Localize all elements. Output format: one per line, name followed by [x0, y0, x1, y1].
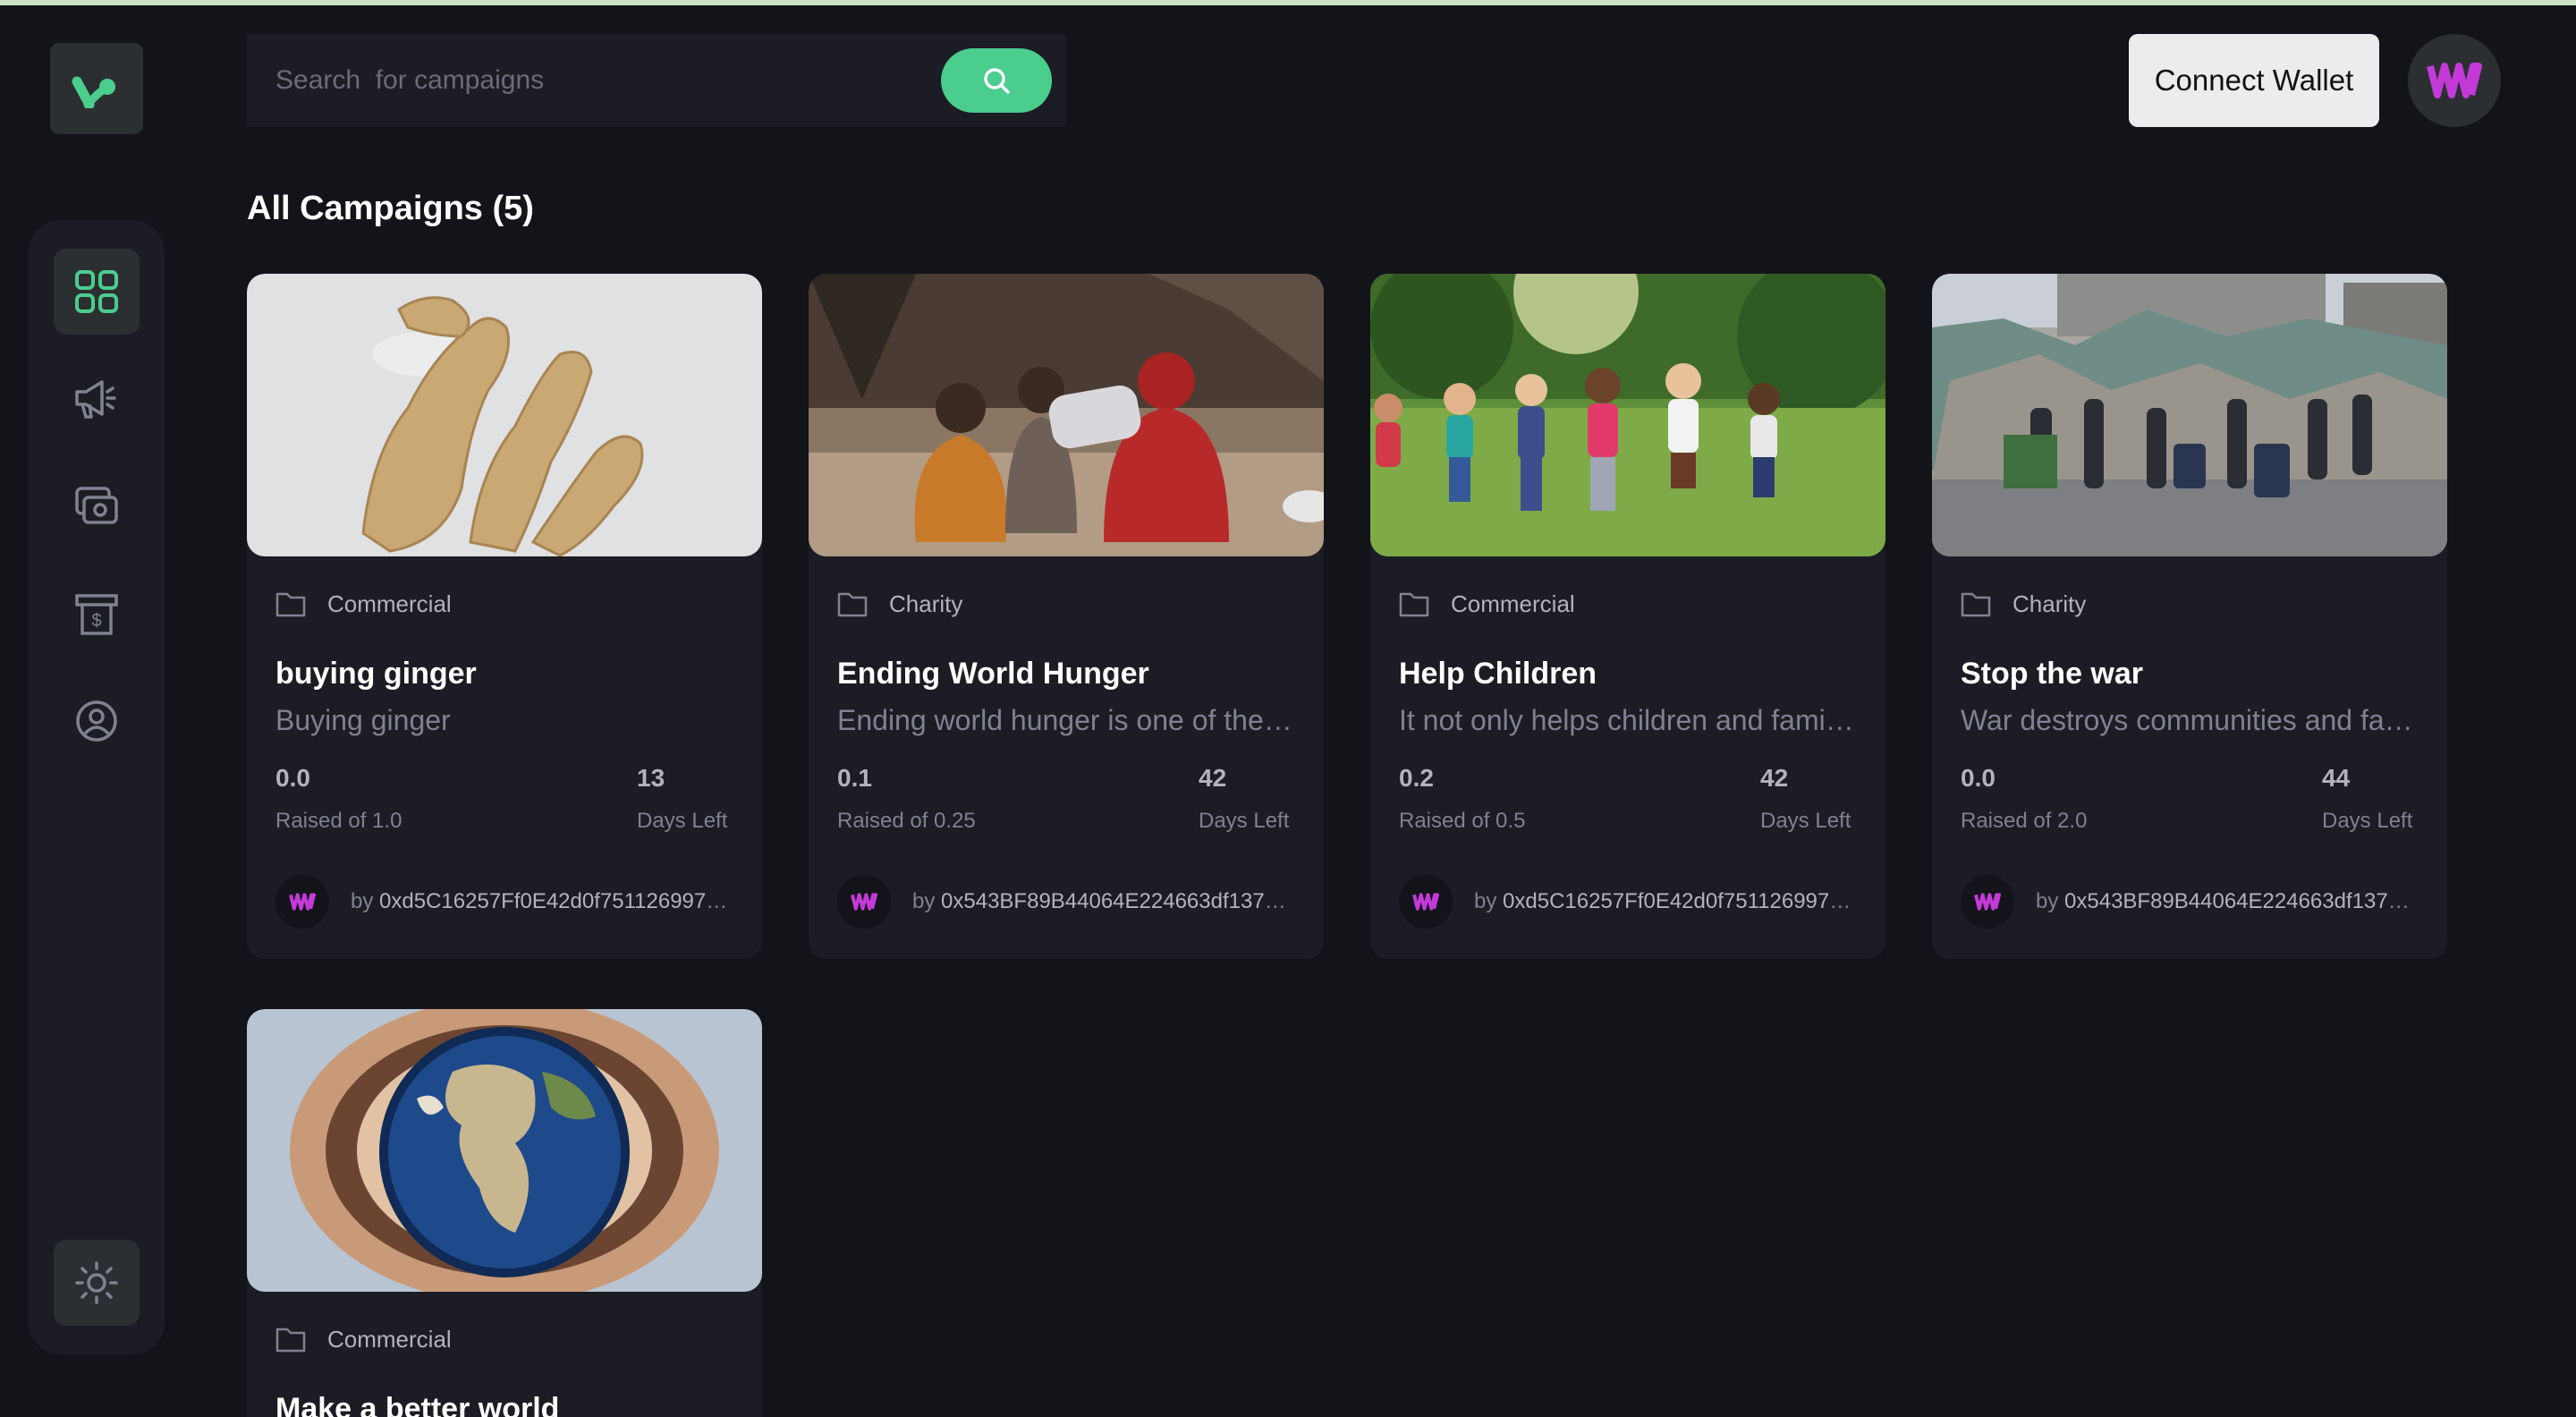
svg-text:$: $ — [91, 611, 101, 631]
raised-stat: 0.1 Raised of 0.25 — [837, 764, 976, 833]
withdraw-icon: $ — [75, 594, 118, 635]
campaign-image — [247, 274, 762, 556]
campaign-image — [809, 274, 1324, 556]
app-logo[interactable] — [50, 43, 143, 134]
campaign-image — [1370, 274, 1885, 556]
profile-icon — [76, 700, 117, 742]
raised-stat: 0.0 Raised of 1.0 — [275, 764, 402, 833]
campaign-title: Help Children — [1399, 657, 1597, 691]
folder-icon — [1961, 592, 1991, 617]
sidebar-item-withdraw[interactable]: $ — [54, 571, 140, 657]
days-left-stat: 42 Days Left — [1199, 764, 1290, 833]
campaign-card[interactable]: Charity Ending World Hunger Ending world… — [809, 274, 1324, 959]
campaign-title: Make a better world — [275, 1392, 560, 1417]
top-accent-line — [0, 0, 2576, 5]
folder-icon — [837, 592, 868, 617]
search-bar — [247, 34, 1066, 127]
campaign-card[interactable]: Commercial Help Children It not only hel… — [1370, 274, 1885, 959]
campaign-description: It not only helps children and families — [1399, 704, 1857, 736]
brand-avatar-icon — [2427, 63, 2482, 98]
page-title: All Campaigns (5) — [247, 190, 534, 227]
campaign-title: Ending World Hunger — [837, 657, 1149, 691]
campaign-title: buying ginger — [275, 657, 477, 691]
theme-toggle-button[interactable] — [54, 1240, 140, 1326]
campaign-card[interactable]: Commercial buying ginger Buying ginger 0… — [247, 274, 762, 959]
search-button[interactable] — [941, 48, 1052, 113]
raised-stat: 0.2 Raised of 0.5 — [1399, 764, 1526, 833]
owner-avatar-icon — [837, 875, 891, 929]
search-icon — [984, 68, 1010, 94]
campaign-owner: by 0x543BF89B44064E224663df1372aB90 — [837, 875, 1295, 929]
days-left-stat: 44 Days Left — [2322, 764, 2413, 833]
raised-stat: 0.0 Raised of 2.0 — [1961, 764, 2088, 833]
folder-icon — [275, 1328, 306, 1353]
payment-icon — [75, 487, 118, 524]
campaign-description: Ending world hunger is one of the greate… — [837, 704, 1295, 736]
sidebar-item-profile[interactable] — [54, 678, 140, 764]
campaign-image — [1932, 274, 2447, 556]
owner-avatar-icon — [1961, 875, 2014, 929]
campaign-image — [247, 1009, 762, 1292]
campaign-owner: by 0xd5C16257Ff0E42d0f75112699789aBc — [1399, 875, 1857, 929]
sidebar-item-payment[interactable] — [54, 463, 140, 549]
search-input[interactable] — [275, 65, 919, 96]
campaign-category: Charity — [837, 589, 1295, 619]
campaign-description: War destroys communities and families — [1961, 704, 2419, 736]
campaign-card[interactable]: Commercial Make a better world — [247, 1009, 762, 1417]
dashboard-icon — [75, 270, 118, 313]
folder-icon — [1399, 592, 1429, 617]
sidebar-item-campaign[interactable] — [54, 356, 140, 442]
sun-icon — [75, 1261, 118, 1304]
campaign-card[interactable]: Charity Stop the war War destroys commun… — [1932, 274, 2447, 959]
logo-icon — [72, 76, 115, 108]
campaign-category: Commercial — [275, 589, 733, 619]
campaign-owner: by 0x543BF89B44064E224663df1372aB90 — [1961, 875, 2419, 929]
days-left-stat: 42 Days Left — [1760, 764, 1852, 833]
sidebar: $ — [29, 220, 165, 1354]
campaign-category: Commercial — [275, 1324, 733, 1354]
campaign-title: Stop the war — [1961, 657, 2144, 691]
campaign-description: Buying ginger — [275, 704, 451, 736]
campaign-category: Commercial — [1399, 589, 1857, 619]
megaphone-icon — [75, 380, 116, 419]
owner-avatar-icon — [275, 875, 329, 929]
connect-wallet-button[interactable]: Connect Wallet — [2129, 34, 2379, 127]
sidebar-item-dashboard[interactable] — [54, 249, 140, 335]
owner-avatar-icon — [1399, 875, 1453, 929]
campaign-category: Charity — [1961, 589, 2419, 619]
profile-avatar[interactable] — [2408, 34, 2501, 127]
campaign-owner: by 0xd5C16257Ff0E42d0f75112699789aBc — [275, 875, 733, 929]
folder-icon — [275, 592, 306, 617]
days-left-stat: 13 Days Left — [637, 764, 728, 833]
